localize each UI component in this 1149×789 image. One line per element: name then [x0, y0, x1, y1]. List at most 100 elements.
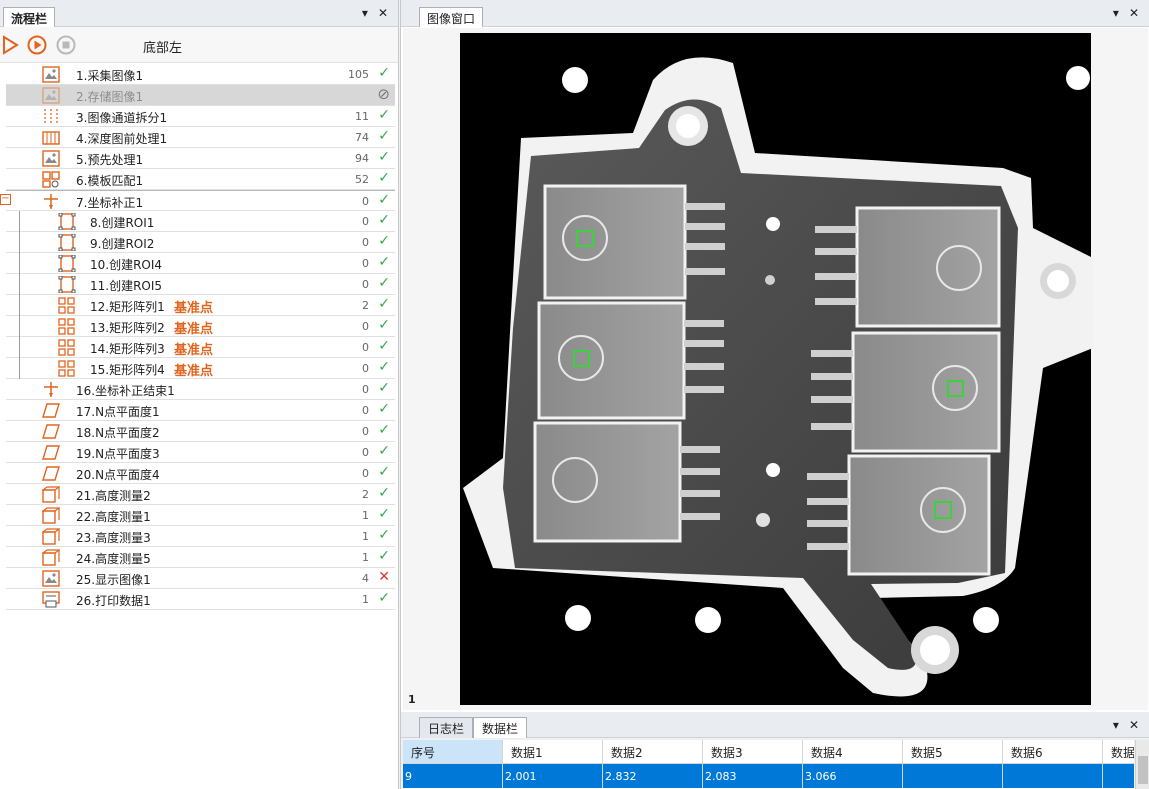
- grid-column-header[interactable]: 数据2: [603, 740, 703, 764]
- flow-item[interactable]: 9.创建ROI2 0 ✓: [6, 232, 395, 253]
- height-measure-icon: [41, 528, 61, 545]
- flow-item[interactable]: 24.高度测量5 1 ✓: [6, 547, 395, 568]
- check-icon: ✓: [378, 317, 390, 333]
- close-icon[interactable]: ✕: [1129, 6, 1139, 20]
- flow-item-label: 15.矩形阵列4: [90, 363, 165, 377]
- run-once-icon[interactable]: [0, 35, 20, 55]
- tab-log[interactable]: 日志栏: [419, 717, 474, 738]
- check-icon: ✓: [378, 233, 390, 249]
- flow-item[interactable]: 21.高度测量2 2 ✓: [6, 484, 395, 505]
- flow-item[interactable]: 2.存储图像1 ⊘: [6, 85, 395, 106]
- collapse-toggle-icon[interactable]: −: [0, 194, 11, 205]
- flow-item-label: 9.创建ROI2: [90, 237, 155, 251]
- run-count: 4: [362, 572, 369, 585]
- flow-item[interactable]: 6.模板匹配1 52 ✓: [6, 169, 395, 190]
- pin-dropdown-icon[interactable]: ▾: [362, 6, 368, 20]
- run-count: 0: [362, 404, 369, 417]
- flow-item[interactable]: 13.矩形阵列2 基准点 0 ✓: [6, 316, 395, 337]
- reference-point-tag: 基准点: [174, 322, 214, 337]
- flow-item[interactable]: 19.N点平面度3 0 ✓: [6, 442, 395, 463]
- flow-item[interactable]: 14.矩形阵列3 基准点 0 ✓: [6, 337, 395, 358]
- flow-item-label: 11.创建ROI5: [90, 279, 163, 293]
- run-count: 0: [362, 446, 369, 459]
- disabled-icon: ⊘: [377, 85, 390, 103]
- check-icon: ✓: [378, 359, 390, 375]
- grid-column-header[interactable]: 数据3: [703, 740, 803, 764]
- flatness-icon: [42, 402, 60, 419]
- flow-item[interactable]: 22.高度测量1 1 ✓: [6, 505, 395, 526]
- grid-cell[interactable]: 2.083: [703, 764, 803, 788]
- run-count: 0: [362, 236, 369, 249]
- grid-cell[interactable]: 3.066: [803, 764, 903, 788]
- close-icon[interactable]: ✕: [1129, 718, 1139, 732]
- run-loop-icon[interactable]: [27, 35, 47, 55]
- height-measure-icon: [41, 507, 61, 524]
- grid-column-header[interactable]: 数据: [1103, 740, 1134, 764]
- flow-item-label: 7.坐标补正1: [76, 196, 144, 210]
- stop-icon[interactable]: [56, 35, 76, 55]
- flow-item[interactable]: 15.矩形阵列4 基准点 0 ✓: [6, 358, 395, 379]
- run-count: 0: [362, 320, 369, 333]
- image-panel-titlebar: 图像窗口 ▾ ✕: [401, 0, 1149, 28]
- channel-split-icon: [42, 108, 60, 125]
- flow-item[interactable]: 16.坐标补正结束1 0 ✓: [6, 379, 395, 400]
- check-icon: ✓: [378, 590, 390, 606]
- flow-item[interactable]: 8.创建ROI1 0 ✓: [6, 211, 395, 232]
- flow-item[interactable]: 18.N点平面度2 0 ✓: [6, 421, 395, 442]
- grid-column-header[interactable]: 数据1: [503, 740, 603, 764]
- image-viewport[interactable]: 1: [403, 28, 1148, 710]
- close-icon[interactable]: ✕: [378, 6, 388, 20]
- run-count: 105: [348, 68, 369, 81]
- tab-data[interactable]: 数据栏: [473, 717, 528, 738]
- flow-item[interactable]: 4.深度图前处理1 74 ✓: [6, 127, 395, 148]
- rect-array-icon: [58, 318, 76, 335]
- flow-item[interactable]: 7.坐标补正1 0 ✓: [6, 190, 395, 211]
- flow-item[interactable]: 5.预先处理1 94 ✓: [6, 148, 395, 169]
- check-icon: ✓: [378, 254, 390, 270]
- flow-item[interactable]: 25.显示图像1 4 ✕: [6, 568, 395, 589]
- preprocess-icon: [42, 150, 60, 167]
- grid-column-header[interactable]: 数据6: [1003, 740, 1103, 764]
- run-count: 0: [362, 278, 369, 291]
- flow-item[interactable]: 26.打印数据1 1 ✓: [6, 589, 395, 610]
- check-icon: ✓: [378, 464, 390, 480]
- check-icon: ✓: [378, 422, 390, 438]
- vertical-scrollbar[interactable]: [1135, 740, 1149, 789]
- scroll-thumb[interactable]: [1138, 756, 1148, 784]
- grid-cell[interactable]: [1103, 764, 1134, 788]
- pin-dropdown-icon[interactable]: ▾: [1113, 718, 1119, 732]
- pin-dropdown-icon[interactable]: ▾: [1113, 6, 1119, 20]
- flow-item[interactable]: 23.高度测量3 1 ✓: [6, 526, 395, 547]
- flow-title: 底部左: [143, 41, 183, 56]
- flow-item[interactable]: 20.N点平面度4 0 ✓: [6, 463, 395, 484]
- grid-cell[interactable]: [903, 764, 1003, 788]
- grid-cell[interactable]: 9: [403, 764, 503, 788]
- run-count: 0: [362, 341, 369, 354]
- run-count: 0: [362, 215, 369, 228]
- flow-item[interactable]: 3.图像通道拆分1 11 ✓: [6, 106, 395, 127]
- tab-flow[interactable]: 流程栏: [3, 7, 56, 28]
- check-icon: ✓: [378, 296, 390, 312]
- flow-item-label: 17.N点平面度1: [76, 405, 160, 419]
- flow-item-label: 18.N点平面度2: [76, 426, 160, 440]
- frame-number: 1: [408, 693, 416, 706]
- run-count: 1: [362, 530, 369, 543]
- flow-item-label: 14.矩形阵列3: [90, 342, 165, 356]
- run-count: 0: [362, 425, 369, 438]
- grid-cell[interactable]: [1003, 764, 1103, 788]
- grid-cell[interactable]: 2.001: [503, 764, 603, 788]
- flow-item[interactable]: 10.创建ROI4 0 ✓: [6, 253, 395, 274]
- grid-column-header[interactable]: 数据4: [803, 740, 903, 764]
- grid-cell[interactable]: 2.832: [603, 764, 703, 788]
- tree-connector: [19, 211, 20, 379]
- check-icon: ✓: [378, 380, 390, 396]
- flow-item[interactable]: 17.N点平面度1 0 ✓: [6, 400, 395, 421]
- flow-item-label: 22.高度测量1: [76, 510, 151, 524]
- depth-image: [460, 33, 1093, 705]
- flow-item[interactable]: 11.创建ROI5 0 ✓: [6, 274, 395, 295]
- tab-image-window[interactable]: 图像窗口: [419, 7, 484, 28]
- flow-item[interactable]: 1.采集图像1 105 ✓: [6, 64, 395, 85]
- grid-column-header[interactable]: 数据5: [903, 740, 1003, 764]
- grid-column-header[interactable]: 序号: [403, 740, 503, 764]
- flow-item[interactable]: 12.矩形阵列1 基准点 2 ✓: [6, 295, 395, 316]
